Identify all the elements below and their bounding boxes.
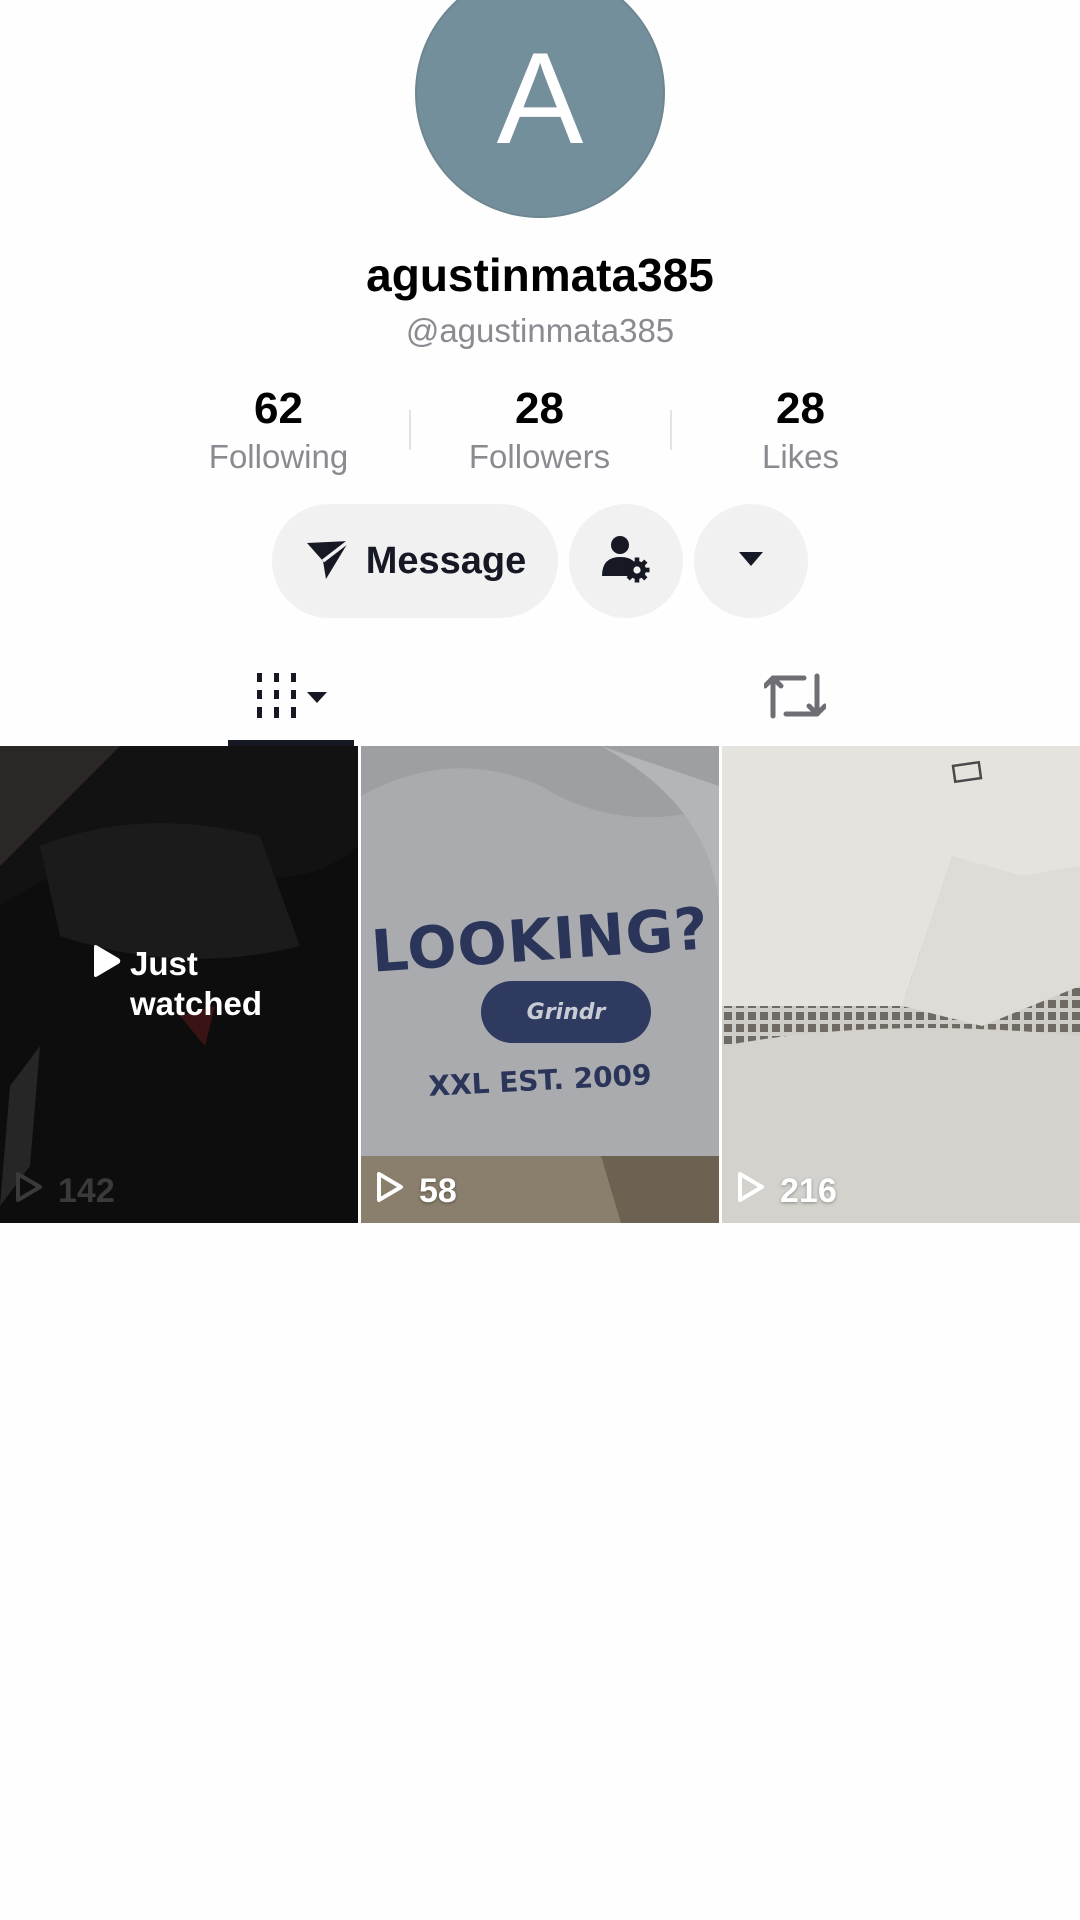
stat-divider: [409, 410, 411, 450]
followers-label: Followers: [468, 438, 611, 475]
play-outline-icon: [375, 1170, 419, 1213]
play-filled-icon: [90, 944, 122, 983]
profile-tabs: [0, 648, 1080, 748]
tab-reposts[interactable]: [755, 658, 835, 738]
stat-likes[interactable]: 28 Likes: [670, 383, 931, 483]
view-count-value: 142: [58, 1172, 115, 1210]
avatar[interactable]: A: [415, 0, 665, 218]
avatar-letter: A: [496, 25, 584, 171]
likes-count: 28: [776, 384, 825, 433]
display-name: agustinmata385: [366, 249, 714, 301]
stat-followers[interactable]: 28 Followers: [409, 383, 670, 483]
following-label: Following: [208, 438, 349, 475]
video-thumbnail[interactable]: LOOKING? Grindr XXL EST. 2009 58: [361, 746, 719, 1223]
stat-following[interactable]: 62 Following: [148, 383, 409, 483]
user-gear-icon: [599, 532, 653, 591]
message-label: Message: [365, 539, 527, 582]
thumbnail-image: [722, 746, 1080, 1223]
message-button[interactable]: Message: [272, 504, 558, 618]
video-grid: Just watched 142 LOOKING? Grindr XXL EST…: [0, 746, 1080, 1223]
username-handle: @agustinmata385: [405, 312, 675, 349]
more-options-button[interactable]: [694, 504, 808, 618]
video-thumbnail[interactable]: 216: [722, 746, 1080, 1223]
likes-label: Likes: [761, 438, 840, 475]
play-outline-icon: [736, 1170, 780, 1213]
view-count: 216: [736, 1170, 837, 1213]
just-watched-overlay: Just watched: [90, 944, 290, 1024]
view-count: 142: [14, 1170, 115, 1213]
shirt-print-badge: Grindr: [481, 981, 651, 1043]
just-watched-label: Just watched: [130, 945, 263, 1022]
view-count: 58: [375, 1170, 457, 1213]
followers-count: 28: [515, 384, 564, 433]
tab-videos[interactable]: [228, 648, 354, 748]
stat-divider: [670, 410, 672, 450]
grid-columns-icon: [251, 671, 331, 726]
view-count-value: 216: [780, 1172, 837, 1210]
repost-icon: [762, 668, 828, 729]
play-outline-icon: [14, 1170, 58, 1213]
following-count: 62: [254, 384, 303, 433]
send-icon: [304, 535, 352, 588]
top-status-fragment: [950, 0, 1020, 2]
follow-settings-button[interactable]: [569, 504, 683, 618]
video-thumbnail[interactable]: Just watched 142: [0, 746, 358, 1223]
profile-stats: 62 Following 28 Followers 28 Likes: [148, 383, 932, 483]
caret-down-icon: [738, 551, 764, 572]
view-count-value: 58: [419, 1172, 457, 1210]
